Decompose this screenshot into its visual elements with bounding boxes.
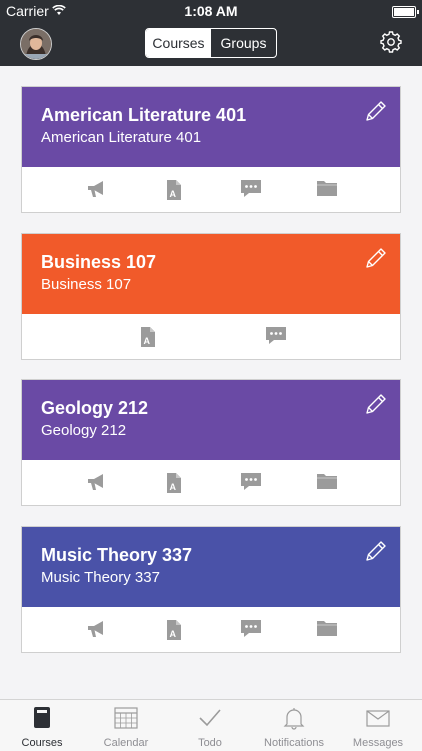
course-card-actions: A	[22, 607, 400, 652]
svg-text:A: A	[170, 629, 177, 639]
svg-text:A: A	[170, 189, 177, 199]
segment-groups[interactable]: Groups	[211, 29, 276, 57]
assignments-icon[interactable]: A	[139, 326, 157, 348]
files-icon[interactable]	[316, 472, 338, 490]
course-title: American Literature 401	[41, 105, 247, 125]
course-subtitle: Music Theory 337	[41, 569, 160, 586]
profile-avatar[interactable]	[20, 28, 52, 60]
course-card[interactable]: Business 107 Business 107 A	[21, 233, 401, 360]
announcements-icon[interactable]	[86, 472, 108, 492]
files-icon[interactable]	[316, 179, 338, 197]
status-bar: Carrier 1:08 AM	[0, 0, 422, 22]
course-card[interactable]: Music Theory 337 Music Theory 337 A	[21, 526, 401, 653]
course-subtitle: Geology 212	[41, 422, 127, 439]
avatar-image	[21, 29, 51, 59]
course-card-header[interactable]: Geology 212 Geology 212	[22, 380, 400, 460]
courses-list: American Literature 401 American Literat…	[0, 66, 422, 698]
tab-label: Calendar	[103, 737, 149, 749]
course-subtitle: American Literature 401	[41, 129, 202, 146]
discussions-icon[interactable]	[240, 472, 262, 492]
tab-courses[interactable]: Courses	[0, 700, 84, 751]
course-card-actions: A	[22, 460, 400, 505]
bell-icon	[283, 708, 305, 730]
calendar-icon	[114, 707, 138, 729]
tab-messages[interactable]: Messages	[336, 700, 420, 751]
svg-text:A: A	[144, 336, 151, 346]
assignments-icon[interactable]: A	[165, 179, 183, 201]
course-subtitle: Business 107	[41, 276, 132, 293]
course-card-header[interactable]: Music Theory 337 Music Theory 337	[22, 527, 400, 607]
tab-label: Notifications	[264, 737, 324, 749]
course-title: Music Theory 337	[41, 545, 193, 565]
tab-label: Messages	[352, 737, 404, 749]
pencil-icon[interactable]	[364, 246, 388, 270]
pencil-icon[interactable]	[364, 539, 388, 563]
pencil-icon[interactable]	[364, 99, 388, 123]
course-card-header[interactable]: Business 107 Business 107	[22, 234, 400, 314]
course-card[interactable]: Geology 212 Geology 212 A	[21, 379, 401, 506]
course-title: Business 107	[41, 252, 157, 272]
announcements-icon[interactable]	[86, 179, 108, 199]
pencil-icon[interactable]	[364, 392, 388, 416]
tab-bar: Courses Calendar Todo Notifications Mess…	[0, 699, 422, 751]
assignments-icon[interactable]: A	[165, 619, 183, 641]
status-time: 1:08 AM	[184, 3, 238, 19]
tab-todo[interactable]: Todo	[168, 700, 252, 751]
files-icon[interactable]	[316, 619, 338, 637]
tab-notifications[interactable]: Notifications	[252, 700, 336, 751]
assignments-icon[interactable]: A	[165, 472, 183, 494]
battery-icon	[392, 6, 419, 18]
segment-courses[interactable]: Courses	[146, 29, 211, 57]
course-title: Geology 212	[41, 398, 149, 418]
tab-label: Courses	[21, 737, 63, 749]
envelope-icon	[366, 710, 390, 727]
gear-icon[interactable]	[380, 31, 402, 53]
tab-label: Todo	[198, 737, 222, 749]
nav-bar: Courses Groups	[0, 22, 422, 66]
tab-calendar[interactable]: Calendar	[84, 700, 168, 751]
course-card-header[interactable]: American Literature 401 American Literat…	[22, 87, 400, 167]
discussions-icon[interactable]	[240, 619, 262, 639]
courses-groups-segmented-control: Courses Groups	[145, 28, 277, 58]
course-card-actions: A	[22, 314, 400, 359]
announcements-icon[interactable]	[86, 619, 108, 639]
course-card-actions: A	[22, 167, 400, 212]
courses-icon	[34, 707, 50, 728]
todo-icon	[199, 709, 221, 727]
svg-text:A: A	[170, 482, 177, 492]
discussions-icon[interactable]	[240, 179, 262, 199]
course-card[interactable]: American Literature 401 American Literat…	[21, 86, 401, 213]
discussions-icon[interactable]	[265, 326, 287, 346]
